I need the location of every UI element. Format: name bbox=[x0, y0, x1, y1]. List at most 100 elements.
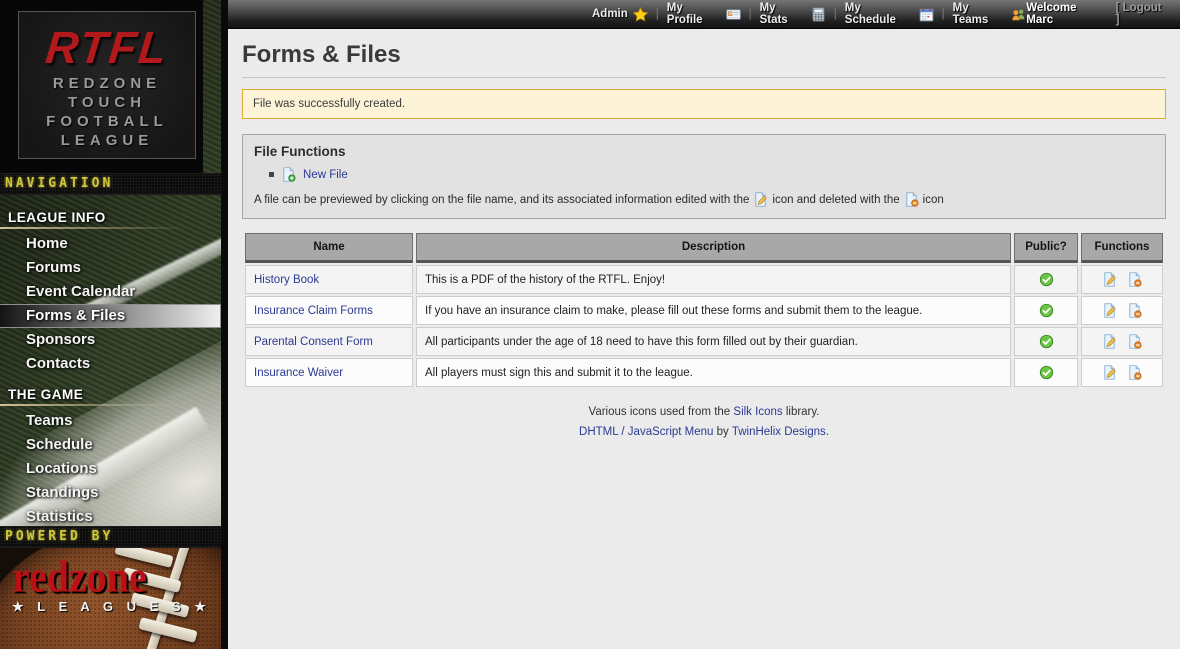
sidebar-section-items: Home Forums Event Calendar Forms & Files… bbox=[0, 229, 221, 376]
logout-link[interactable]: [ Logout ] bbox=[1116, 2, 1168, 26]
main-content: Forms & Files File was successfully crea… bbox=[228, 29, 1180, 649]
topbar-link-my-stats[interactable]: My Stats bbox=[760, 2, 826, 26]
powered-by-marquee: POWERED BY bbox=[0, 526, 221, 548]
file-functions-heading: File Functions bbox=[254, 144, 1154, 159]
page-credits: Various icons used from the Silk Icons l… bbox=[242, 406, 1166, 438]
accept-icon bbox=[1039, 272, 1054, 287]
sidebar: RTFL REDZONE TOUCH FOOTBALL LEAGUE NAVIG… bbox=[0, 0, 228, 649]
topbar-link-admin[interactable]: Admin bbox=[592, 7, 648, 22]
file-functions-cell bbox=[1081, 296, 1163, 325]
file-public-cell bbox=[1014, 296, 1078, 325]
topbar: Admin | My Profile | My Stats | My Sched… bbox=[228, 0, 1180, 29]
credits-text: . bbox=[826, 426, 829, 438]
files-table: Name Description Public? Functions Histo… bbox=[242, 231, 1166, 389]
credits-line-2: DHTML / JavaScript Menu by TwinHelix Des… bbox=[242, 426, 1166, 438]
page-edit-icon[interactable] bbox=[1102, 272, 1117, 287]
file-functions-hint: A file can be previewed by clicking on t… bbox=[254, 192, 1154, 207]
file-name-link[interactable]: Insurance Claim Forms bbox=[254, 305, 373, 317]
credits-text: Various icons used from the bbox=[589, 406, 731, 418]
file-public-cell bbox=[1014, 358, 1078, 387]
file-name-link[interactable]: Insurance Waiver bbox=[254, 367, 343, 379]
file-name-cell: Insurance Waiver bbox=[245, 358, 413, 387]
league-logo: RTFL REDZONE TOUCH FOOTBALL LEAGUE bbox=[18, 11, 196, 159]
topbar-link-label: My Profile bbox=[667, 2, 721, 26]
logo-line: FOOTBALL bbox=[19, 112, 195, 131]
page-edit-icon[interactable] bbox=[1102, 303, 1117, 318]
page-delete-icon[interactable] bbox=[1127, 365, 1142, 380]
file-description-cell: This is a PDF of the history of the RTFL… bbox=[416, 265, 1011, 294]
topbar-user-area: Welcome Marc [ Logout ] bbox=[1026, 2, 1168, 26]
sidebar-section: LEAGUE INFO Home Forums Event Calendar F… bbox=[0, 199, 221, 376]
file-functions-cell bbox=[1081, 327, 1163, 356]
sidebar-item-teams[interactable]: Teams bbox=[0, 409, 221, 433]
sidebar-section: THE GAME Teams Schedule Locations Standi… bbox=[0, 376, 221, 529]
hint-text: A file can be previewed by clicking on t… bbox=[254, 194, 749, 206]
new-file-item: New File bbox=[269, 167, 1154, 182]
vcard-icon bbox=[726, 7, 741, 22]
page-delete-icon[interactable] bbox=[1127, 272, 1142, 287]
table-row: History Book This is a PDF of the histor… bbox=[245, 265, 1163, 294]
navigation-marquee: NAVIGATION bbox=[0, 173, 221, 195]
topbar-separator: | bbox=[749, 8, 752, 20]
file-name-cell: Parental Consent Form bbox=[245, 327, 413, 356]
file-functions-box: File Functions New File A file can be pr… bbox=[242, 134, 1166, 219]
credits-text: by bbox=[717, 426, 729, 438]
files-table-header-row: Name Description Public? Functions bbox=[245, 233, 1163, 263]
page-delete-icon bbox=[904, 192, 919, 207]
sidebar-item-forums[interactable]: Forums bbox=[0, 256, 221, 280]
topbar-link-label: Admin bbox=[592, 8, 628, 20]
sidebar-section-header: THE GAME bbox=[0, 376, 221, 406]
sidebar-item-standings[interactable]: Standings bbox=[0, 481, 221, 505]
column-header-public: Public? bbox=[1014, 233, 1078, 263]
twinhelix-link[interactable]: TwinHelix Designs bbox=[732, 426, 826, 438]
topbar-links: Admin | My Profile | My Stats | My Sched… bbox=[592, 2, 1026, 26]
flash-success-message: File was successfully created. bbox=[242, 89, 1166, 119]
topbar-separator: | bbox=[656, 8, 659, 20]
topbar-link-my-schedule[interactable]: My Schedule bbox=[845, 2, 934, 26]
dhtml-menu-link[interactable]: DHTML / JavaScript Menu bbox=[579, 426, 713, 438]
sidebar-item-contacts[interactable]: Contacts bbox=[0, 352, 221, 376]
sidebar-section-header: LEAGUE INFO bbox=[0, 199, 221, 229]
page-edit-icon[interactable] bbox=[1102, 334, 1117, 349]
list-bullet bbox=[269, 172, 274, 177]
credits-text: library. bbox=[786, 406, 820, 418]
accept-icon bbox=[1039, 303, 1054, 318]
league-logo-area: RTFL REDZONE TOUCH FOOTBALL LEAGUE bbox=[0, 0, 221, 173]
file-description-cell: All participants under the age of 18 nee… bbox=[416, 327, 1011, 356]
group-icon bbox=[1011, 7, 1026, 22]
hint-text: icon bbox=[923, 194, 944, 206]
topbar-link-my-teams[interactable]: My Teams bbox=[953, 2, 1027, 26]
sidebar-item-forms-files[interactable]: Forms & Files bbox=[0, 304, 221, 328]
page-delete-icon[interactable] bbox=[1127, 334, 1142, 349]
table-row: Insurance Claim Forms If you have an ins… bbox=[245, 296, 1163, 325]
hint-text: icon and deleted with the bbox=[772, 194, 899, 206]
sidebar-item-sponsors[interactable]: Sponsors bbox=[0, 328, 221, 352]
file-name-cell: Insurance Claim Forms bbox=[245, 296, 413, 325]
redzone-brand-text: redzone bbox=[12, 555, 211, 599]
sidebar-item-home[interactable]: Home bbox=[0, 232, 221, 256]
redzone-leagues-logo: redzone ★ L E A G U E S ★ bbox=[12, 557, 211, 615]
sidebar-section-items: Teams Schedule Locations Standings Stati… bbox=[0, 406, 221, 529]
file-description-cell: All players must sign this and submit it… bbox=[416, 358, 1011, 387]
file-name-link[interactable]: History Book bbox=[254, 274, 319, 286]
new-file-link[interactable]: New File bbox=[303, 169, 348, 181]
topbar-link-my-profile[interactable]: My Profile bbox=[667, 2, 741, 26]
file-name-link[interactable]: Parental Consent Form bbox=[254, 336, 373, 348]
topbar-link-label: My Teams bbox=[953, 2, 1007, 26]
files-table-body: History Book This is a PDF of the histor… bbox=[245, 265, 1163, 387]
silk-icons-link[interactable]: Silk Icons bbox=[733, 406, 782, 418]
page-delete-icon[interactable] bbox=[1127, 303, 1142, 318]
sidebar-item-event-calendar[interactable]: Event Calendar bbox=[0, 280, 221, 304]
credits-line-1: Various icons used from the Silk Icons l… bbox=[242, 406, 1166, 418]
topbar-link-label: My Stats bbox=[760, 2, 806, 26]
sidebar-item-schedule[interactable]: Schedule bbox=[0, 433, 221, 457]
file-name-cell: History Book bbox=[245, 265, 413, 294]
page-add-icon[interactable] bbox=[281, 167, 296, 182]
sidebar-item-locations[interactable]: Locations bbox=[0, 457, 221, 481]
topbar-separator: | bbox=[942, 8, 945, 20]
table-row: Insurance Waiver All players must sign t… bbox=[245, 358, 1163, 387]
page-edit-icon[interactable] bbox=[1102, 365, 1117, 380]
accept-icon bbox=[1039, 334, 1054, 349]
sidebar-nav: LEAGUE INFO Home Forums Event Calendar F… bbox=[0, 195, 221, 529]
file-description-cell: If you have an insurance claim to make, … bbox=[416, 296, 1011, 325]
